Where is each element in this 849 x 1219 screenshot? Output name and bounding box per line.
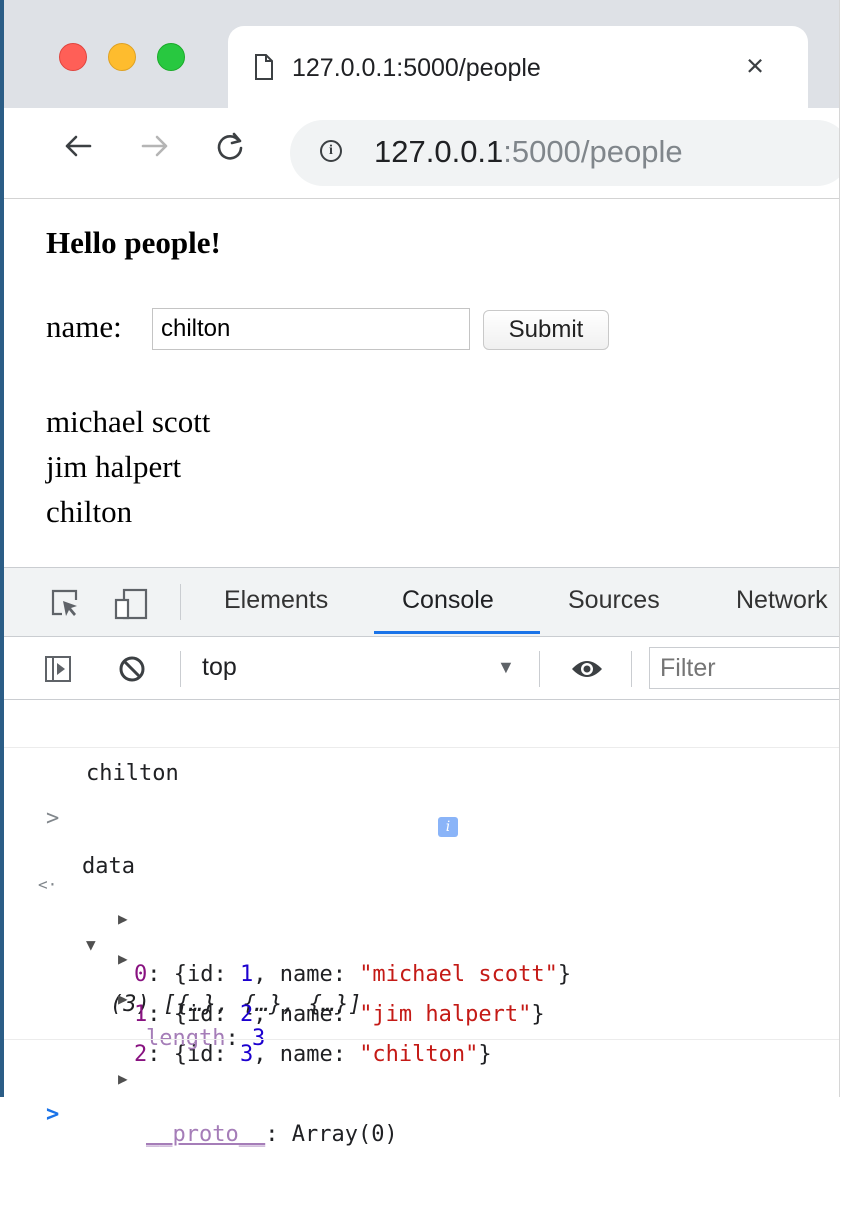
toolbar-separator xyxy=(631,651,632,687)
length-row: length: 3 xyxy=(146,1026,266,1051)
console-input-line[interactable]: > xyxy=(4,1040,839,1127)
tab-sources[interactable]: Sources xyxy=(568,586,660,615)
browser-tab[interactable]: 127.0.0.1:5000/people × xyxy=(228,26,808,108)
minimize-window-button[interactable] xyxy=(108,43,136,71)
close-icon[interactable]: × xyxy=(746,48,764,84)
browser-titlebar: 127.0.0.1:5000/people × xyxy=(4,0,839,108)
info-badge-icon[interactable]: i xyxy=(438,817,458,837)
array-item-row[interactable]: ▶ 0: {id: 1, name: "michael scott"} xyxy=(4,835,839,987)
person-item: michael scott xyxy=(46,404,211,439)
context-selector[interactable]: top xyxy=(202,653,237,682)
clear-console-icon[interactable] xyxy=(118,655,146,688)
page-icon xyxy=(254,54,274,85)
back-arrow-icon[interactable] xyxy=(62,130,94,170)
tab-title: 127.0.0.1:5000/people xyxy=(292,54,541,82)
proto-value: Array(0) xyxy=(291,1122,398,1147)
address-bar[interactable]: i 127.0.0.1:5000/people xyxy=(290,120,849,186)
tab-elements[interactable]: Elements xyxy=(224,586,328,615)
web-page: Hello people! name: Submit michael scott… xyxy=(4,199,839,567)
url-path: :5000/people xyxy=(503,134,683,169)
close-window-button[interactable] xyxy=(59,43,87,71)
zoom-window-button[interactable] xyxy=(157,43,185,71)
console-command-line: > data xyxy=(4,747,839,879)
array-item-row[interactable]: ▶ 1: {id: 2, name: "jim halpert"} xyxy=(4,875,839,1027)
url-text: 127.0.0.1:5000/people xyxy=(374,134,683,170)
info-icon[interactable]: i xyxy=(320,140,342,162)
console-log-line: chilton xyxy=(4,699,839,786)
active-tab-indicator xyxy=(374,631,540,634)
forward-arrow-icon[interactable] xyxy=(139,130,171,170)
inspect-element-icon[interactable] xyxy=(50,588,80,623)
device-toolbar-icon[interactable] xyxy=(114,588,148,625)
console-toolbar: top ▼ xyxy=(4,637,849,700)
sidebar-toggle-icon[interactable] xyxy=(44,655,72,688)
browser-toolbar: i 127.0.0.1:5000/people xyxy=(4,108,849,199)
console-result-line[interactable]: <· ▼ (3) [{…}, {…}, {…}] i xyxy=(4,795,839,1017)
filter-input[interactable] xyxy=(649,647,849,689)
devtools-tabbar: Elements Console Sources Network xyxy=(4,568,839,637)
devtools-panel: Elements Console Sources Network top ▼ c… xyxy=(4,567,849,1147)
person-item: chilton xyxy=(46,494,133,529)
eye-icon[interactable] xyxy=(570,657,604,686)
url-host: 127.0.0.1 xyxy=(374,134,504,169)
tab-console[interactable]: Console xyxy=(402,586,494,615)
reload-icon[interactable] xyxy=(214,130,246,170)
submit-button[interactable]: Submit xyxy=(483,310,609,350)
person-item: jim halpert xyxy=(46,449,182,484)
chevron-down-icon[interactable]: ▼ xyxy=(497,657,515,678)
page-heading: Hello people! xyxy=(46,225,221,260)
tab-network[interactable]: Network xyxy=(736,586,828,615)
window-right-edge xyxy=(839,0,849,1097)
tabbar-separator xyxy=(180,584,181,620)
people-list: michael scott jim halpert chilton xyxy=(46,399,210,534)
input-prompt-icon: > xyxy=(46,1102,60,1127)
name-label: name: xyxy=(46,309,122,344)
toolbar-separator xyxy=(180,651,181,687)
proto-row[interactable]: ▶ __proto__: Array(0) xyxy=(4,995,839,1147)
array-item-row[interactable]: ▶ 2: {id: 3, name: "chilton"} xyxy=(4,915,839,1067)
name-input[interactable] xyxy=(152,308,470,350)
proto-key: __proto__ xyxy=(146,1122,266,1147)
toolbar-separator xyxy=(539,651,540,687)
